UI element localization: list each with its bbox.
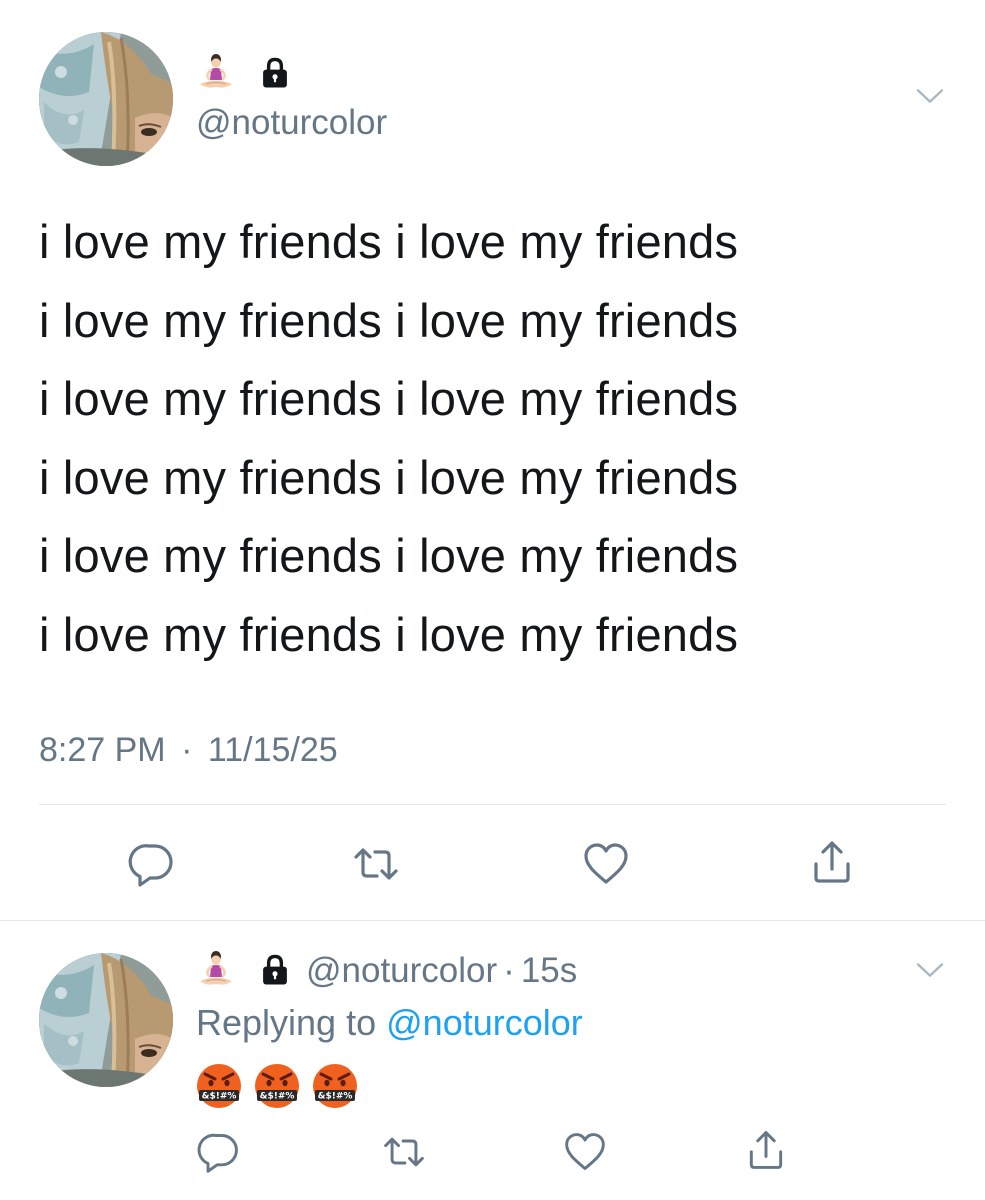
replying-to-handle[interactable]: @noturcolor (386, 1002, 583, 1043)
avatar[interactable] (39, 32, 173, 166)
face-with-symbols-on-mouth-icon: &$!#% (197, 1064, 241, 1108)
user-handle[interactable]: @noturcolor (196, 105, 387, 140)
retweet-icon (382, 1130, 426, 1174)
tweet-text-line: i love my friends i love my friends (39, 529, 739, 582)
reply-text: &$!#% &$!#% &$!#% (196, 1063, 358, 1109)
separator-dot: · (503, 950, 515, 990)
replying-to: Replying to @noturcolor (196, 1005, 583, 1041)
reply-button[interactable] (128, 840, 176, 888)
like-button[interactable] (582, 840, 630, 888)
retweet-button[interactable] (382, 1130, 426, 1174)
person-in-lotus-position-icon (196, 53, 236, 93)
share-button[interactable] (808, 838, 856, 886)
share-icon (744, 1128, 788, 1172)
avatar[interactable] (39, 953, 173, 1087)
tweet-age: 15s (520, 950, 578, 990)
tweet-text-line: i love my friends i love my friends (39, 215, 739, 268)
emoji-text: &$!#% (202, 1092, 237, 1102)
face-with-symbols-on-mouth-icon: &$!#% (313, 1064, 357, 1108)
like-icon (563, 1130, 607, 1174)
retweet-button[interactable] (352, 840, 400, 888)
like-button[interactable] (563, 1130, 607, 1174)
tweet-text-line: i love my friends i love my friends (39, 607, 739, 661)
user-handle[interactable]: @noturcolor (306, 953, 497, 988)
divider (39, 804, 946, 805)
reply-header: @noturcolor · 15s (196, 950, 577, 990)
replying-to-label: Replying to (196, 1002, 377, 1043)
person-in-lotus-position-icon (196, 950, 236, 990)
share-button[interactable] (744, 1128, 788, 1172)
tweet-timestamp: 8:27 PM · 11/15/25 (39, 731, 338, 770)
emoji-text: &$!#% (260, 1092, 295, 1102)
tweet-time: 8:27 PM (39, 731, 166, 769)
reply-icon (197, 1130, 241, 1174)
tweet-text-line: i love my friends i love my friends (39, 293, 739, 347)
like-icon (582, 840, 630, 888)
reply-button[interactable] (197, 1130, 241, 1174)
tweet-text: i love my friends i love my friends i lo… (39, 203, 738, 674)
lock-icon (258, 56, 292, 90)
tweet-text-line: i love my friends i love my friends (39, 372, 739, 425)
emoji-text: &$!#% (318, 1092, 353, 1102)
separator-dot: · (181, 731, 193, 769)
lock-icon (258, 953, 292, 987)
tweet-separator (0, 920, 985, 921)
reply-icon (128, 840, 176, 888)
share-icon (808, 838, 856, 886)
display-name (196, 53, 292, 93)
retweet-icon (352, 840, 400, 888)
face-with-symbols-on-mouth-icon: &$!#% (255, 1064, 299, 1108)
tweet-text-line: i love my friends i love my friends (39, 450, 739, 504)
chevron-down-icon[interactable] (914, 80, 946, 112)
tweet-date: 11/15/25 (207, 731, 338, 769)
chevron-down-icon[interactable] (914, 954, 946, 986)
